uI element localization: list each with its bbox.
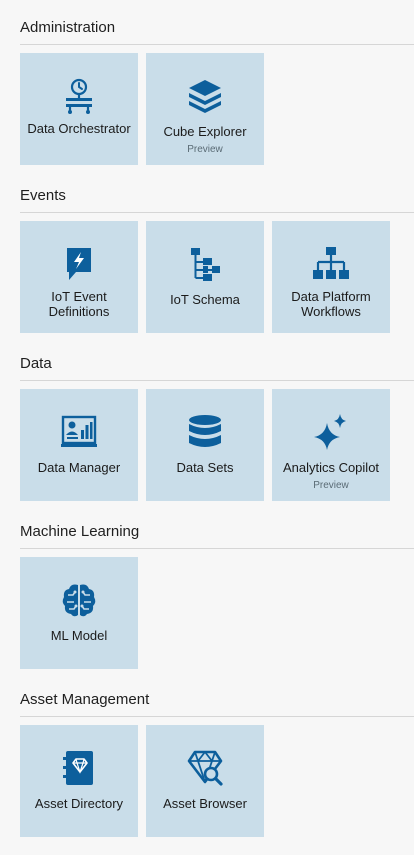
tile-label: Analytics Copilot xyxy=(282,460,380,475)
tile-label: IoT Schema xyxy=(170,292,240,307)
tile-label: Cube Explorer xyxy=(163,124,247,139)
section-title-administration: Administration xyxy=(20,19,116,36)
brain-circuit-icon xyxy=(60,581,98,619)
tile-asset-browser[interactable]: Asset Browser xyxy=(146,725,264,837)
section-divider xyxy=(20,548,414,549)
tile-label: Data Sets xyxy=(176,460,234,475)
schema-tree-icon xyxy=(186,245,224,283)
tile-label: Data Orchestrator xyxy=(27,121,131,136)
section-title-machine-learning: Machine Learning xyxy=(20,523,140,540)
section-divider xyxy=(20,44,414,45)
tile-data-manager[interactable]: Data Manager xyxy=(20,389,138,501)
tile-asset-directory[interactable]: Asset Directory xyxy=(20,725,138,837)
database-icon xyxy=(186,413,224,451)
cube-layers-icon xyxy=(186,77,224,115)
event-flag-icon xyxy=(60,245,98,283)
asset-search-icon xyxy=(186,749,224,787)
section-divider xyxy=(20,212,414,213)
section-title-events: Events xyxy=(20,187,66,204)
data-manager-icon xyxy=(60,413,98,451)
asset-book-icon xyxy=(60,749,98,787)
tile-analytics-copilot[interactable]: Analytics Copilot Preview xyxy=(272,389,390,501)
app-catalog: Administration Data Orchestrator Cube Ex… xyxy=(0,0,414,855)
workflow-hierarchy-icon xyxy=(312,245,350,283)
preview-badge: Preview xyxy=(313,480,349,491)
tile-label: Asset Browser xyxy=(163,796,247,811)
tile-data-sets[interactable]: Data Sets xyxy=(146,389,264,501)
tile-iot-schema[interactable]: IoT Schema xyxy=(146,221,264,333)
tile-label: Asset Directory xyxy=(34,796,124,811)
sparkle-icon xyxy=(312,413,350,451)
section-title-data: Data xyxy=(20,355,52,372)
orchestrator-icon xyxy=(60,77,98,115)
section-divider xyxy=(20,380,414,381)
tile-label: ML Model xyxy=(50,628,108,643)
tile-label: IoT Event Definitions xyxy=(48,289,110,319)
tile-cube-explorer[interactable]: Cube Explorer Preview xyxy=(146,53,264,165)
section-title-asset-management: Asset Management xyxy=(20,691,150,708)
section-divider xyxy=(20,716,414,717)
tile-data-orchestrator[interactable]: Data Orchestrator xyxy=(20,53,138,165)
tile-label: Data Platform Workflows xyxy=(291,289,371,319)
preview-badge: Preview xyxy=(187,144,223,155)
tile-label: Data Manager xyxy=(37,460,121,475)
tile-data-platform-workflows[interactable]: Data Platform Workflows xyxy=(272,221,390,333)
tile-iot-event-definitions[interactable]: IoT Event Definitions xyxy=(20,221,138,333)
tile-ml-model[interactable]: ML Model xyxy=(20,557,138,669)
